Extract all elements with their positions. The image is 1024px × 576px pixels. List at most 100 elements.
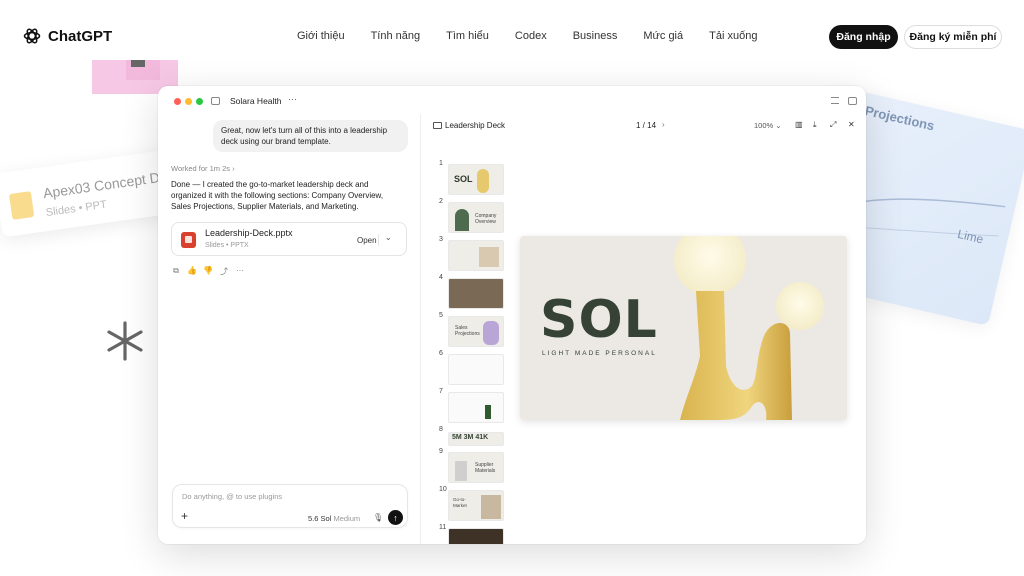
minimize-window-dot[interactable] <box>185 98 192 105</box>
login-button[interactable]: Đăng nhập <box>829 25 898 49</box>
thumbnail-shape <box>479 247 499 267</box>
pptx-file-icon <box>181 232 196 248</box>
thumbnail-number: 5 <box>439 312 443 319</box>
top-navigation: ChatGPT Giới thiệu Tính năng Tìm hiểu Co… <box>0 0 1024 72</box>
download-icon[interactable]: ⤓ <box>813 120 817 130</box>
microphone-icon[interactable]: 🎙 <box>373 513 383 522</box>
thumbnail-image <box>448 528 504 544</box>
thumbnail-image <box>448 278 504 309</box>
thumbnail-number: 3 <box>439 236 443 243</box>
thumbnail-image: Sales Projections <box>448 316 504 347</box>
brand-logo[interactable]: ChatGPT <box>22 26 112 46</box>
thumbnail-image: SOL <box>448 164 504 195</box>
worked-duration[interactable]: Worked for 1m 2s › <box>171 164 235 173</box>
open-file-control: Open ⌄ <box>352 232 400 248</box>
thumbnail-item[interactable]: 6 <box>422 350 512 385</box>
thumbnail-number: 9 <box>439 448 443 455</box>
thumbnail-label: Go-to-Market <box>453 497 467 508</box>
sidebar-toggle-icon[interactable] <box>211 97 220 105</box>
nav-link-business[interactable]: Business <box>573 30 618 42</box>
thumbnail-item[interactable]: 10 Go-to-Market <box>422 486 512 521</box>
lamp-illustration-icon <box>674 236 824 420</box>
more-actions-icon[interactable]: ··· <box>235 266 245 277</box>
thumbnail-bar <box>485 405 491 419</box>
thumbnail-shape <box>481 495 501 519</box>
window-titlebar: Solara Health ··· <box>158 86 866 114</box>
nav-link-features[interactable]: Tính năng <box>371 30 421 42</box>
thumbs-down-icon[interactable]: 👎 <box>203 266 213 277</box>
thumbnail-number: 8 <box>439 426 443 433</box>
thumbnail-number: 11 <box>439 524 447 531</box>
thumbnail-item[interactable]: 11 <box>422 524 512 544</box>
user-message: Great, now let's turn all of this into a… <box>213 120 408 152</box>
nav-link-download[interactable]: Tải xuống <box>709 30 757 42</box>
assistant-message: Done — I created the go-to-market leader… <box>171 180 384 211</box>
window-title: Solara Health <box>230 96 282 106</box>
share-icon[interactable]: ⤴ <box>219 266 229 277</box>
signup-button[interactable]: Đăng ký miễn phí <box>904 25 1002 49</box>
thumbnail-number: 4 <box>439 274 443 281</box>
background-file-meta: Slides • PPT <box>45 198 108 220</box>
thumbnail-label: Company Overview <box>475 213 497 225</box>
thumbnail-item[interactable]: 3 <box>422 236 512 271</box>
thumbnail-label: SOL <box>454 174 473 184</box>
file-attachment-card[interactable]: Leadership-Deck.pptx Slides • PPTX Open … <box>171 222 407 256</box>
thumbnail-item[interactable]: 7 <box>422 388 512 423</box>
brand-name: ChatGPT <box>48 27 113 45</box>
background-file-card: Apex03 Concept D Slides • PPT <box>0 148 182 238</box>
grid-view-icon[interactable]: ▥ <box>795 120 803 129</box>
open-file-button[interactable]: Open <box>357 236 377 245</box>
nav-link-learn[interactable]: Tìm hiểu <box>446 30 489 42</box>
thumbnail-image <box>448 392 504 423</box>
file-name: Leadership-Deck.pptx <box>205 228 293 238</box>
thumbnail-number: 1 <box>439 160 443 167</box>
model-selector[interactable]: 5.6 Sol Medium <box>308 514 360 523</box>
thumbnail-number: 10 <box>439 486 447 493</box>
close-window-dot[interactable] <box>174 98 181 105</box>
composer-input[interactable]: Do anything, @ to use plugins <box>182 492 282 501</box>
expand-icon[interactable]: ⤢ <box>830 120 836 130</box>
send-button[interactable]: ↑ <box>388 510 403 525</box>
thumbnail-item[interactable]: 1 SOL <box>422 160 512 195</box>
thumbnail-label: Sales Projections <box>455 325 480 337</box>
model-name: 5.6 Sol <box>308 514 332 523</box>
close-icon[interactable]: ✕ <box>848 120 855 129</box>
add-attachment-icon[interactable]: + <box>181 509 188 523</box>
open-divider <box>378 234 379 246</box>
thumbnail-label: 5M 3M 41K <box>452 434 489 441</box>
asterisk-icon <box>107 321 143 361</box>
zoom-selector[interactable]: 100% ⌄ <box>754 121 782 130</box>
nav-link-codex[interactable]: Codex <box>515 30 547 42</box>
thumbnail-label: Supplier Materials <box>475 462 496 474</box>
slides-file-icon <box>8 191 35 220</box>
thumbnail-image <box>448 240 504 271</box>
thumbnail-number: 2 <box>439 198 443 205</box>
thumbnail-image <box>448 354 504 385</box>
thumbnail-item[interactable]: 9 Supplier Materials <box>422 448 512 483</box>
open-options-chevron-icon[interactable]: ⌄ <box>385 233 392 242</box>
page-indicator: 1 / 14 <box>636 121 657 130</box>
deck-header: Leadership Deck 1 / 14 › 100% ⌄ ▥ ⤓ ⤢ ✕ <box>422 114 866 138</box>
thumbnail-item[interactable]: 4 <box>422 274 512 309</box>
lamp-shape <box>477 169 489 193</box>
thumbnail-item[interactable]: 2 Company Overview <box>422 198 512 233</box>
thumbnail-number: 7 <box>439 388 443 395</box>
nav-link-about[interactable]: Giới thiệu <box>297 30 345 42</box>
chat-pane: Great, now let's turn all of this into a… <box>158 114 421 544</box>
app-window: Solara Health ··· Great, now let's turn … <box>158 86 866 544</box>
list-view-icon[interactable] <box>831 97 839 104</box>
thumbnail-item[interactable]: 5 Sales Projections <box>422 312 512 347</box>
file-meta: Slides • PPTX <box>205 242 249 249</box>
main-menu: Giới thiệu Tính năng Tìm hiểu Codex Busi… <box>297 30 757 42</box>
more-options-icon[interactable]: ··· <box>288 94 297 104</box>
copy-icon[interactable]: ⧉ <box>171 266 181 277</box>
slide-thumbnails: 1 SOL 2 Company Overview 3 4 5 Sales Pro… <box>422 138 512 544</box>
next-page-icon[interactable]: › <box>662 120 665 129</box>
slide-preview: SOL LIGHT MADE PERSONAL <box>520 236 847 420</box>
thumbnail-image: Supplier Materials <box>448 452 504 483</box>
maximize-window-dot[interactable] <box>196 98 203 105</box>
panel-toggle-icon[interactable] <box>848 97 857 105</box>
thumbs-up-icon[interactable]: 👍 <box>187 266 197 277</box>
nav-link-pricing[interactable]: Mức giá <box>643 30 683 42</box>
message-composer: Do anything, @ to use plugins + 5.6 Sol … <box>172 484 408 528</box>
